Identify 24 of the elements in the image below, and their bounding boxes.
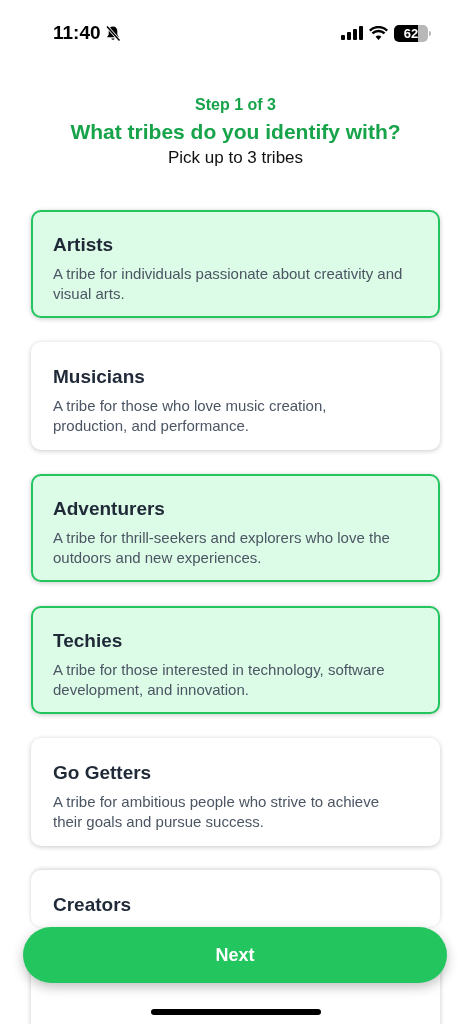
status-time: 11:40 <box>53 22 101 44</box>
tribe-name: Techies <box>53 630 124 652</box>
battery-icon: 62 <box>394 24 431 42</box>
signal-icon <box>341 26 363 40</box>
tribe-name: Adventurers <box>53 498 166 520</box>
page-title: What tribes do you identify with? <box>69 120 402 144</box>
tribe-card[interactable]: Techies A tribe for those interested in technology, software development, and innovation. <box>31 606 440 714</box>
tribe-card[interactable]: Creators <box>31 870 440 927</box>
tribe-name: Artists <box>53 234 115 256</box>
tribe-card[interactable]: Go Getters A tribe for ambitious people who strive to achieve their goals and pursue success. <box>31 738 440 846</box>
tribe-card[interactable]: Adventurers A tribe for thrill-seekers and explorers who love the outdoors and new experiences. <box>31 474 440 582</box>
tribe-name: Creators <box>53 894 133 916</box>
tribe-description: A tribe for those who love music creation, production, and performance. <box>53 396 328 435</box>
wifi-icon <box>369 26 388 40</box>
tribe-description: A tribe for individuals passionate about creativity and visual arts. <box>53 264 404 303</box>
tribe-card[interactable]: Artists A tribe for individuals passionate about creativity and visual arts. <box>31 210 440 318</box>
tribe-name: Go Getters <box>53 762 153 784</box>
step-indicator: Step 1 of 3 <box>194 96 277 114</box>
tribe-card[interactable]: Musicians A tribe for those who love music creation, production, and performance. <box>31 342 440 450</box>
page-subtitle: Pick up to 3 tribes <box>166 148 305 168</box>
tribe-description: A tribe for thrill-seekers and explorers who love the outdoors and new experiences. <box>53 528 391 567</box>
tribe-description: A tribe for those interested in technology, software development, and innovation. <box>53 660 386 699</box>
tribe-description: A tribe for ambitious people who strive to achieve their goals and pursue success. <box>53 792 380 831</box>
tribe-name: Musicians <box>53 366 146 388</box>
